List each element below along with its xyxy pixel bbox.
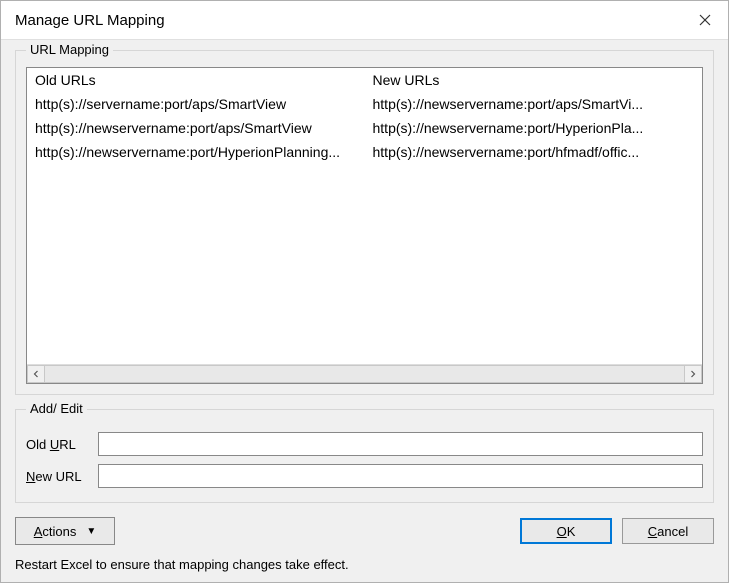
old-url-row: Old URL [26,432,703,456]
new-url-input[interactable] [98,464,703,488]
old-url-label: Old URL [26,437,98,452]
old-url-input[interactable] [98,432,703,456]
window-title: Manage URL Mapping [1,12,682,29]
cell-new-url: http(s)://newservername:port/aps/SmartVi… [365,92,703,116]
cell-new-url: http(s)://newservername:port/HyperionPla… [365,116,703,140]
new-url-label: New URL [26,469,98,484]
listview-inner: Old URLs New URLs http(s)://servername:p… [27,68,702,364]
listview-header: Old URLs New URLs [27,68,702,92]
table-row[interactable]: http(s)://newservername:port/HyperionPla… [27,140,702,164]
column-header-old[interactable]: Old URLs [27,68,365,92]
actions-button[interactable]: Actions ▼ [15,517,115,545]
add-edit-legend: Add/ Edit [26,401,87,416]
title-bar: Manage URL Mapping [1,1,728,40]
cell-old-url: http(s)://newservername:port/HyperionPla… [27,140,365,164]
column-header-new[interactable]: New URLs [365,68,703,92]
url-mapping-group: URL Mapping Old URLs New URLs http(s)://… [15,50,714,395]
table-row[interactable]: http(s)://newservername:port/aps/SmartVi… [27,116,702,140]
table-row[interactable]: http(s)://servername:port/aps/SmartView … [27,92,702,116]
scroll-left-button[interactable] [27,365,45,383]
chevron-right-icon [689,370,697,378]
dialog-window: Manage URL Mapping URL Mapping Old URLs … [0,0,729,583]
close-button[interactable] [682,1,728,39]
url-mapping-listview[interactable]: Old URLs New URLs http(s)://servername:p… [26,67,703,384]
cell-old-url: http(s)://newservername:port/aps/SmartVi… [27,116,365,140]
listview-body[interactable]: http(s)://servername:port/aps/SmartView … [27,92,702,364]
new-url-row: New URL [26,464,703,488]
scroll-right-button[interactable] [684,365,702,383]
client-area: URL Mapping Old URLs New URLs http(s)://… [1,40,728,582]
dialog-button-row: Actions ▼ OK Cancel [15,517,714,545]
close-icon [699,14,711,26]
add-edit-group: Add/ Edit Old URL New URL [15,409,714,503]
cancel-button[interactable]: Cancel [622,518,714,544]
url-mapping-legend: URL Mapping [26,42,113,57]
restart-hint: Restart Excel to ensure that mapping cha… [15,557,714,572]
cell-old-url: http(s)://servername:port/aps/SmartView [27,92,365,116]
ok-button[interactable]: OK [520,518,612,544]
chevron-down-icon: ▼ [86,526,96,537]
cell-new-url: http(s)://newservername:port/hfmadf/offi… [365,140,703,164]
horizontal-scrollbar[interactable] [27,364,702,383]
scroll-track[interactable] [45,365,684,383]
chevron-left-icon [32,370,40,378]
